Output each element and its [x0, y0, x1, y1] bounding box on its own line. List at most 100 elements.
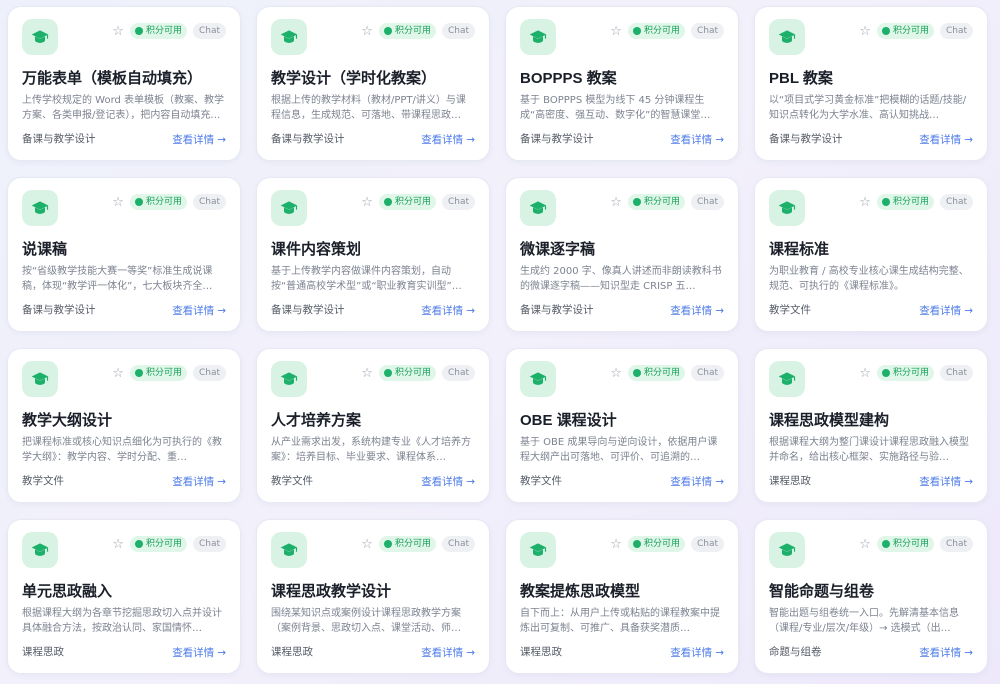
arrow-right-icon: →	[964, 133, 973, 146]
view-details-link[interactable]: 查看详情 →	[172, 474, 226, 489]
points-available-badge: 积分可用	[378, 536, 436, 552]
points-available-badge: 积分可用	[627, 23, 685, 39]
view-details-link[interactable]: 查看详情 →	[670, 303, 724, 318]
tool-card[interactable]: ☆ 积分可用 Chat 说课稿 按“省级教学技能大赛一等奖”标准生成说课稿，体现…	[7, 177, 241, 332]
chat-badge: Chat	[690, 536, 724, 552]
view-details-link[interactable]: 查看详情 →	[919, 645, 973, 660]
graduation-cap-icon	[22, 532, 58, 568]
card-category: 教学文件	[271, 475, 313, 487]
tool-card[interactable]: ☆ 积分可用 Chat BOPPPS 教案 基于 BOPPPS 模型为线下 45…	[505, 6, 739, 161]
view-details-label: 查看详情	[172, 134, 215, 146]
tool-card[interactable]: ☆ 积分可用 Chat 教案提炼思政模型 自下而上：从用户上传或粘贴的课程教案中…	[505, 519, 739, 674]
favorite-star-icon[interactable]: ☆	[361, 538, 373, 551]
card-title: 教案提炼思政模型	[520, 583, 641, 600]
view-details-link[interactable]: 查看详情 →	[421, 303, 475, 318]
points-available-badge: 积分可用	[876, 365, 934, 381]
view-details-label: 查看详情	[421, 476, 464, 488]
tool-card[interactable]: ☆ 积分可用 Chat PBL 教案 以“项目式学习黄金标准”把模糊的话题/技能…	[754, 6, 988, 161]
card-description: 按“省级教学技能大赛一等奖”标准生成说课稿，体现“教学评一体化”，七大板块齐全…	[22, 266, 213, 292]
card-title: PBL 教案	[769, 70, 833, 87]
points-available-label: 积分可用	[892, 368, 929, 378]
graduation-cap-icon	[520, 532, 556, 568]
points-dot-icon	[881, 540, 890, 548]
view-details-link[interactable]: 查看详情 →	[919, 132, 973, 147]
card-title: 课程思政教学设计	[271, 583, 392, 600]
tool-card[interactable]: ☆ 积分可用 Chat 课程标准 为职业教育 / 高校专业核心课生成结构完整、规…	[754, 177, 988, 332]
graduation-cap-icon	[769, 532, 805, 568]
favorite-star-icon[interactable]: ☆	[361, 25, 373, 38]
card-description: 围绕某知识点或案例设计课程思政教学方案（案例背景、思政切入点、课堂活动、师…	[271, 608, 461, 634]
favorite-star-icon[interactable]: ☆	[112, 538, 124, 551]
points-available-label: 积分可用	[643, 368, 680, 378]
favorite-star-icon[interactable]: ☆	[112, 25, 124, 38]
graduation-cap-icon	[271, 532, 307, 568]
favorite-star-icon[interactable]: ☆	[859, 367, 871, 380]
favorite-star-icon[interactable]: ☆	[112, 196, 124, 209]
view-details-link[interactable]: 查看详情 →	[670, 645, 724, 660]
view-details-link[interactable]: 查看详情 →	[421, 645, 475, 660]
tool-card[interactable]: ☆ 积分可用 Chat OBE 课程设计 基于 OBE 成果导向与逆向设计，依据…	[505, 348, 739, 503]
favorite-star-icon[interactable]: ☆	[859, 196, 871, 209]
view-details-link[interactable]: 查看详情 →	[919, 303, 973, 318]
points-available-label: 积分可用	[394, 197, 431, 207]
points-available-label: 积分可用	[892, 197, 929, 207]
view-details-label: 查看详情	[172, 305, 215, 317]
card-badges: ☆ 积分可用 Chat	[610, 365, 724, 381]
tool-card[interactable]: ☆ 积分可用 Chat 万能表单（模板自动填充） 上传学校规定的 Word 表单…	[7, 6, 241, 161]
graduation-cap-icon	[520, 190, 556, 226]
graduation-cap-icon	[271, 19, 307, 55]
card-description: 根据上传的教学材料（教材/PPT/讲义）与课程信息，生成规范、可落地、带课程思政…	[271, 95, 466, 121]
points-available-badge: 积分可用	[129, 365, 187, 381]
view-details-label: 查看详情	[421, 305, 464, 317]
favorite-star-icon[interactable]: ☆	[859, 538, 871, 551]
graduation-cap-icon	[769, 361, 805, 397]
favorite-star-icon[interactable]: ☆	[361, 196, 373, 209]
points-dot-icon	[632, 27, 641, 35]
tool-card[interactable]: ☆ 积分可用 Chat 人才培养方案 从产业需求出发，系统构建专业《人才培养方案…	[256, 348, 490, 503]
card-description: 智能出题与组卷统一入口。先解清基本信息（课程/专业/层次/年级）→ 选模式（出…	[769, 608, 959, 634]
view-details-label: 查看详情	[670, 305, 713, 317]
points-available-label: 积分可用	[145, 368, 182, 378]
tool-card[interactable]: ☆ 积分可用 Chat 单元思政融入 根据课程大纲为各章节挖掘思政切入点并设计具…	[7, 519, 241, 674]
view-details-link[interactable]: 查看详情 →	[670, 132, 724, 147]
points-dot-icon	[383, 27, 392, 35]
graduation-cap-icon	[22, 19, 58, 55]
view-details-label: 查看详情	[670, 134, 713, 146]
arrow-right-icon: →	[466, 646, 475, 659]
view-details-link[interactable]: 查看详情 →	[172, 303, 226, 318]
view-details-link[interactable]: 查看详情 →	[421, 132, 475, 147]
card-category: 课程思政	[22, 646, 64, 658]
chat-badge: Chat	[441, 194, 475, 210]
card-title: 教学大纲设计	[22, 412, 113, 429]
view-details-link[interactable]: 查看详情 →	[172, 645, 226, 660]
favorite-star-icon[interactable]: ☆	[361, 367, 373, 380]
view-details-link[interactable]: 查看详情 →	[421, 474, 475, 489]
tool-card[interactable]: ☆ 积分可用 Chat 课程思政教学设计 围绕某知识点或案例设计课程思政教学方案…	[256, 519, 490, 674]
card-title: 人才培养方案	[271, 412, 362, 429]
points-available-badge: 积分可用	[876, 194, 934, 210]
card-category: 教学文件	[520, 475, 562, 487]
favorite-star-icon[interactable]: ☆	[610, 538, 622, 551]
view-details-link[interactable]: 查看详情 →	[670, 474, 724, 489]
view-details-label: 查看详情	[919, 134, 962, 146]
view-details-label: 查看详情	[670, 647, 713, 659]
graduation-cap-icon	[22, 190, 58, 226]
points-dot-icon	[881, 27, 890, 35]
points-available-label: 积分可用	[145, 197, 182, 207]
card-category: 课程思政	[769, 475, 811, 487]
favorite-star-icon[interactable]: ☆	[610, 367, 622, 380]
view-details-link[interactable]: 查看详情 →	[919, 474, 973, 489]
tool-card[interactable]: ☆ 积分可用 Chat 课程思政模型建构 根据课程大纲为整门课设计课程思政融入模…	[754, 348, 988, 503]
tool-card[interactable]: ☆ 积分可用 Chat 微课逐字稿 生成约 2000 字、像真人讲述而非朗读教科…	[505, 177, 739, 332]
favorite-star-icon[interactable]: ☆	[112, 367, 124, 380]
tool-card[interactable]: ☆ 积分可用 Chat 课件内容策划 基于上传教学内容做课件内容策划，自动按“普…	[256, 177, 490, 332]
arrow-right-icon: →	[466, 304, 475, 317]
arrow-right-icon: →	[466, 475, 475, 488]
tool-card[interactable]: ☆ 积分可用 Chat 智能命题与组卷 智能出题与组卷统一入口。先解清基本信息（…	[754, 519, 988, 674]
view-details-link[interactable]: 查看详情 →	[172, 132, 226, 147]
favorite-star-icon[interactable]: ☆	[859, 25, 871, 38]
favorite-star-icon[interactable]: ☆	[610, 25, 622, 38]
favorite-star-icon[interactable]: ☆	[610, 196, 622, 209]
tool-card[interactable]: ☆ 积分可用 Chat 教学设计（学时化教案） 根据上传的教学材料（教材/PPT…	[256, 6, 490, 161]
tool-card[interactable]: ☆ 积分可用 Chat 教学大纲设计 把课程标准或核心知识点细化为可执行的《教学…	[7, 348, 241, 503]
